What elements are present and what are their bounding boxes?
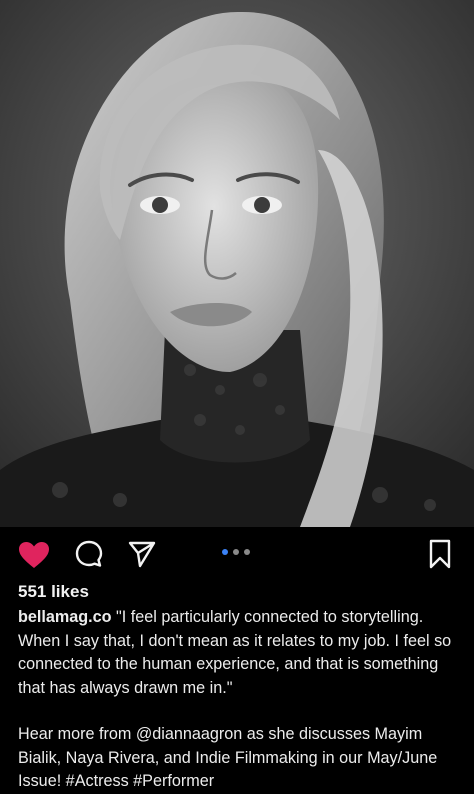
post-caption: bellamag.co "I feel particularly connect… bbox=[18, 606, 468, 794]
post-photo[interactable] bbox=[0, 0, 474, 527]
caption-username[interactable]: bellamag.co bbox=[18, 608, 112, 626]
carousel-indicator bbox=[222, 549, 250, 557]
portrait-image bbox=[0, 0, 474, 527]
carousel-dot bbox=[244, 549, 250, 555]
likes-count[interactable]: 551 likes bbox=[18, 582, 89, 602]
carousel-dot-active bbox=[222, 549, 228, 555]
bookmark-icon[interactable] bbox=[428, 539, 452, 569]
heart-icon[interactable] bbox=[18, 541, 50, 569]
caption-text-2: Hear more from @diannaagron as she discu… bbox=[18, 725, 438, 790]
post-action-bar bbox=[0, 527, 474, 581]
carousel-dot bbox=[233, 549, 239, 555]
share-icon[interactable] bbox=[127, 539, 157, 569]
comment-icon[interactable] bbox=[74, 539, 104, 569]
